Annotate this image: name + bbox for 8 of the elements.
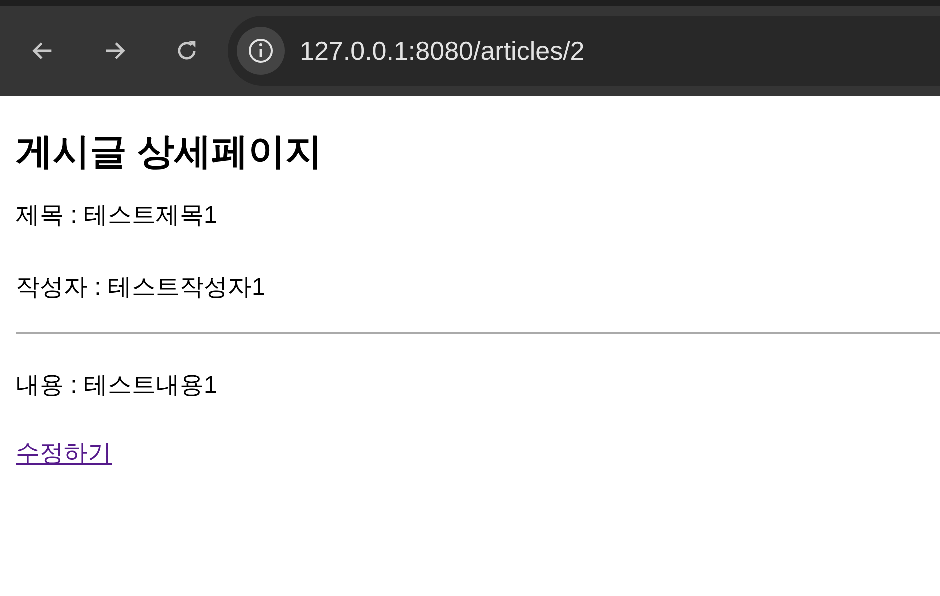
edit-link[interactable]: 수정하기 bbox=[16, 438, 112, 470]
info-icon[interactable] bbox=[236, 26, 286, 76]
address-bar[interactable]: 127.0.0.1:8080/articles/2 bbox=[228, 16, 940, 86]
page-heading: 게시글 상세페이지 bbox=[16, 130, 324, 174]
detail-text: 작성자 : 테스트작성자1 bbox=[16, 273, 266, 303]
content-text: 내용 : 테스트내용1 bbox=[16, 371, 218, 401]
url-text: 127.0.0.1:8080/articles/2 bbox=[300, 34, 585, 68]
detail-text: 제목 : 테스트제목1 bbox=[16, 201, 218, 231]
